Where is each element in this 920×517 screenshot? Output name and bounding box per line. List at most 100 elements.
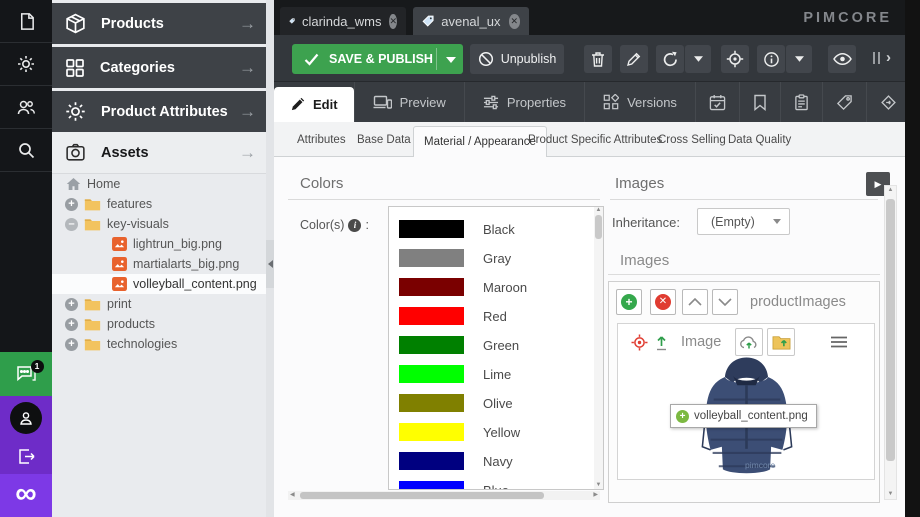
color-option-navy[interactable]: Navy	[389, 447, 603, 476]
subtab-data-quality[interactable]: Data Quality	[728, 122, 791, 157]
reload-button[interactable]	[656, 45, 684, 73]
tab-edit[interactable]: Edit	[274, 87, 354, 122]
tree-node-martialarts[interactable]: martialarts_big.png	[52, 254, 266, 274]
tree-node-products[interactable]: + products	[52, 314, 266, 334]
colors-hscrollbar[interactable]: ◀ ▶	[288, 491, 600, 500]
scroll-up-icon[interactable]: ▲	[594, 207, 603, 214]
tree-node-technologies[interactable]: + technologies	[52, 334, 266, 354]
close-icon[interactable]: ✕	[509, 14, 520, 29]
scroll-thumb[interactable]	[886, 199, 895, 461]
move-up-button[interactable]	[682, 289, 708, 315]
expand-icon[interactable]: +	[65, 318, 78, 331]
tree-node-print[interactable]: + print	[52, 294, 266, 314]
sidebar-splitter[interactable]	[266, 0, 274, 517]
remove-image-button[interactable]: ✕	[650, 289, 676, 315]
subtab-label: Base Data	[357, 134, 411, 146]
scroll-up-icon[interactable]: ▲	[885, 187, 896, 194]
logout-button[interactable]	[0, 439, 52, 474]
tree-node-key-visuals[interactable]: – key-visuals	[52, 214, 266, 234]
toolbar-overflow[interactable]: ›	[873, 50, 891, 65]
user-menu-button[interactable]	[0, 396, 52, 439]
tree-node-label: features	[107, 197, 152, 211]
image-slot[interactable]: Image	[617, 323, 875, 480]
tab-versions[interactable]: Versions	[584, 82, 695, 122]
scroll-down-icon[interactable]: ▼	[885, 491, 896, 498]
expand-icon[interactable]: +	[65, 298, 78, 311]
unpublish-button[interactable]: Unpublish	[470, 44, 564, 74]
expand-icon[interactable]: +	[65, 198, 78, 211]
close-icon[interactable]: ✕	[389, 14, 397, 29]
color-option-green[interactable]: Green	[389, 331, 603, 360]
delete-button[interactable]	[584, 45, 612, 73]
scroll-down-icon[interactable]: ▼	[594, 482, 603, 489]
users-button[interactable]	[0, 86, 52, 129]
tab-tags[interactable]	[822, 82, 866, 122]
tab-workflow[interactable]	[866, 82, 910, 122]
color-option-lime[interactable]: Lime	[389, 360, 603, 389]
sidebar-item-product-attributes[interactable]: Product Attributes →	[52, 91, 266, 132]
tab-bookmark[interactable]	[739, 82, 780, 122]
add-image-button[interactable]: +	[616, 289, 642, 315]
color-option-maroon[interactable]: Maroon	[389, 273, 603, 302]
info-dot-icon[interactable]: i	[348, 219, 361, 232]
tree-node-home[interactable]: Home	[52, 174, 266, 194]
user-avatar-icon	[18, 410, 34, 426]
images-panel-vscrollbar[interactable]: ▲ ▼	[884, 185, 897, 500]
window-tab-clarinda[interactable]: clarinda_wms ✕	[280, 7, 406, 35]
tab-schedule[interactable]	[695, 82, 739, 122]
gear-icon	[16, 54, 36, 74]
preview-eye-button[interactable]	[828, 45, 856, 73]
info-dropdown-button[interactable]	[786, 45, 812, 73]
sidebar-item-label: Product Attributes	[101, 104, 239, 120]
rename-button[interactable]	[620, 45, 648, 73]
color-option-label: Olive	[483, 396, 513, 411]
save-publish-button[interactable]: SAVE & PUBLISH	[292, 44, 463, 74]
color-option-olive[interactable]: Olive	[389, 389, 603, 418]
file-button[interactable]	[0, 0, 52, 43]
subtab-cross-selling[interactable]: Cross Selling	[658, 122, 726, 157]
subtab-product-specific[interactable]: Product Specific Attributes	[528, 122, 662, 157]
caret-down-icon[interactable]	[446, 57, 456, 63]
tab-notes[interactable]	[780, 82, 822, 122]
info-button[interactable]	[757, 45, 785, 73]
subtab-attributes[interactable]: Attributes	[297, 122, 346, 157]
color-option-black[interactable]: Black	[389, 215, 603, 244]
divider	[436, 48, 437, 70]
scroll-thumb[interactable]	[595, 215, 602, 239]
tree-node-lightrun[interactable]: lightrun_big.png	[52, 234, 266, 254]
tree-node-volleyball[interactable]: volleyball_content.png	[52, 274, 266, 294]
sidebar-item-products[interactable]: Products →	[52, 3, 266, 44]
sidebar-item-assets[interactable]: Assets →	[52, 132, 266, 174]
color-option-red[interactable]: Red	[389, 302, 603, 331]
tab-properties[interactable]: Properties	[464, 82, 584, 122]
colors-listbox[interactable]: Black Gray Maroon Red Green Lime Olive Y…	[388, 206, 604, 490]
subtab-material-appearance[interactable]: Material / Appearance	[413, 126, 547, 157]
subtab-base-data[interactable]: Base Data	[357, 122, 411, 157]
color-option-gray[interactable]: Gray	[389, 244, 603, 273]
inheritance-dropdown[interactable]: (Empty)	[697, 208, 790, 235]
sidebar-collapse-handle[interactable]	[266, 240, 274, 288]
scroll-thumb[interactable]	[300, 492, 544, 499]
pimcore-logo-button[interactable]: ∞	[0, 474, 52, 517]
image-menu-button[interactable]	[825, 328, 853, 356]
settings-button[interactable]	[0, 43, 52, 86]
collapse-icon[interactable]: –	[65, 218, 78, 231]
color-option-blue[interactable]: Blue	[389, 476, 603, 490]
color-option-yellow[interactable]: Yellow	[389, 418, 603, 447]
window-tab-avenal[interactable]: avenal_ux ✕	[413, 7, 529, 35]
notifications-button[interactable]: 1	[0, 352, 52, 396]
tab-preview[interactable]: Preview	[354, 82, 464, 122]
tree-node-label: technologies	[107, 337, 177, 351]
expand-icon[interactable]: +	[65, 338, 78, 351]
scroll-right-icon[interactable]: ▶	[593, 491, 598, 500]
reload-dropdown-button[interactable]	[685, 45, 711, 73]
listbox-vscrollbar[interactable]: ▲ ▼	[594, 207, 603, 489]
colors-field-colon: :	[365, 218, 368, 232]
move-down-button[interactable]	[712, 289, 738, 315]
logout-icon	[17, 447, 36, 466]
search-button[interactable]	[0, 129, 52, 172]
locate-in-tree-button[interactable]	[721, 45, 749, 73]
sidebar-item-categories[interactable]: Categories →	[52, 47, 266, 88]
tree-node-features[interactable]: + features	[52, 194, 266, 214]
scroll-left-icon[interactable]: ◀	[290, 491, 295, 500]
